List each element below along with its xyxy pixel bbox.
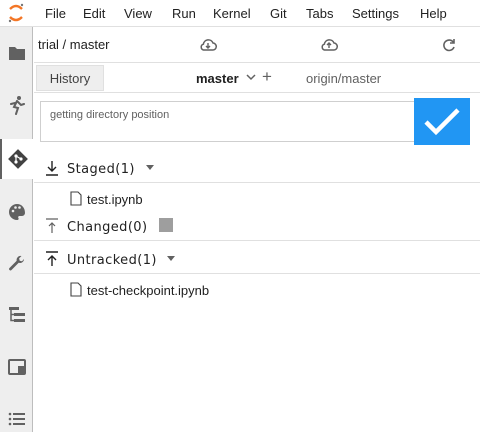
palette-icon[interactable] <box>0 192 33 232</box>
running-icon[interactable] <box>0 85 33 125</box>
menu-edit[interactable]: Edit <box>83 6 105 21</box>
left-sidebar <box>0 27 33 432</box>
menu-view[interactable]: View <box>124 6 152 21</box>
caret-down-icon[interactable] <box>145 162 155 172</box>
menu-kernel[interactable]: Kernel <box>213 6 251 21</box>
cloud-download-icon[interactable] <box>199 36 217 54</box>
commit-message-text: getting directory position <box>50 109 170 121</box>
tree-icon[interactable] <box>0 295 33 335</box>
current-branch[interactable]: master <box>196 71 239 86</box>
jupyter-logo-icon <box>8 3 24 23</box>
untracked-title: Untracked(1) <box>67 253 157 268</box>
wrench-icon[interactable] <box>0 244 33 284</box>
menu-run[interactable]: Run <box>172 6 196 21</box>
changed-title: Changed(0) <box>67 220 148 235</box>
staged-file-row[interactable]: test.ipynb <box>34 187 480 211</box>
list-icon[interactable] <box>0 399 33 439</box>
menu-help[interactable]: Help <box>420 6 447 21</box>
untracked-file-row[interactable]: test-checkpoint.ipynb <box>34 278 480 302</box>
menu-git[interactable]: Git <box>270 6 287 21</box>
upload-arrow-icon <box>46 251 58 266</box>
upload-arrow-icon <box>46 218 58 233</box>
staged-file-name: test.ipynb <box>87 192 143 207</box>
file-icon <box>70 191 82 206</box>
commit-button[interactable] <box>414 98 470 145</box>
chevron-down-icon[interactable] <box>245 70 257 84</box>
download-arrow-icon <box>46 161 58 176</box>
changed-placeholder <box>159 218 173 232</box>
changed-section[interactable]: Changed(0) <box>34 211 480 241</box>
git-icon[interactable] <box>0 139 33 179</box>
git-panel: trial / master History master + origin/m… <box>34 27 480 432</box>
add-branch-button[interactable]: + <box>262 67 272 87</box>
checkmark-icon <box>424 107 460 135</box>
remote-branch: origin/master <box>306 71 382 86</box>
commit-message-input[interactable]: getting directory position <box>40 101 415 142</box>
repo-path: trial / master <box>38 37 110 52</box>
caret-down-icon[interactable] <box>166 253 176 263</box>
folder-icon[interactable] <box>0 33 33 73</box>
cloud-upload-icon[interactable] <box>320 36 338 54</box>
staged-title: Staged(1) <box>67 162 135 177</box>
menu-settings[interactable]: Settings <box>352 6 399 21</box>
refresh-icon[interactable] <box>440 36 458 54</box>
menu-file[interactable]: File <box>45 6 66 21</box>
tab-history[interactable]: History <box>36 65 104 91</box>
repo-toolbar: trial / master <box>34 27 480 63</box>
branch-bar: History master + origin/master <box>34 63 480 93</box>
untracked-file-name: test-checkpoint.ipynb <box>87 283 210 298</box>
window-icon[interactable] <box>0 347 33 387</box>
menu-bar: File Edit View Run Kernel Git Tabs Setti… <box>0 0 480 27</box>
file-icon <box>70 282 82 297</box>
staged-section[interactable]: Staged(1) <box>34 153 480 183</box>
untracked-section[interactable]: Untracked(1) <box>34 244 480 274</box>
menu-tabs[interactable]: Tabs <box>306 6 333 21</box>
